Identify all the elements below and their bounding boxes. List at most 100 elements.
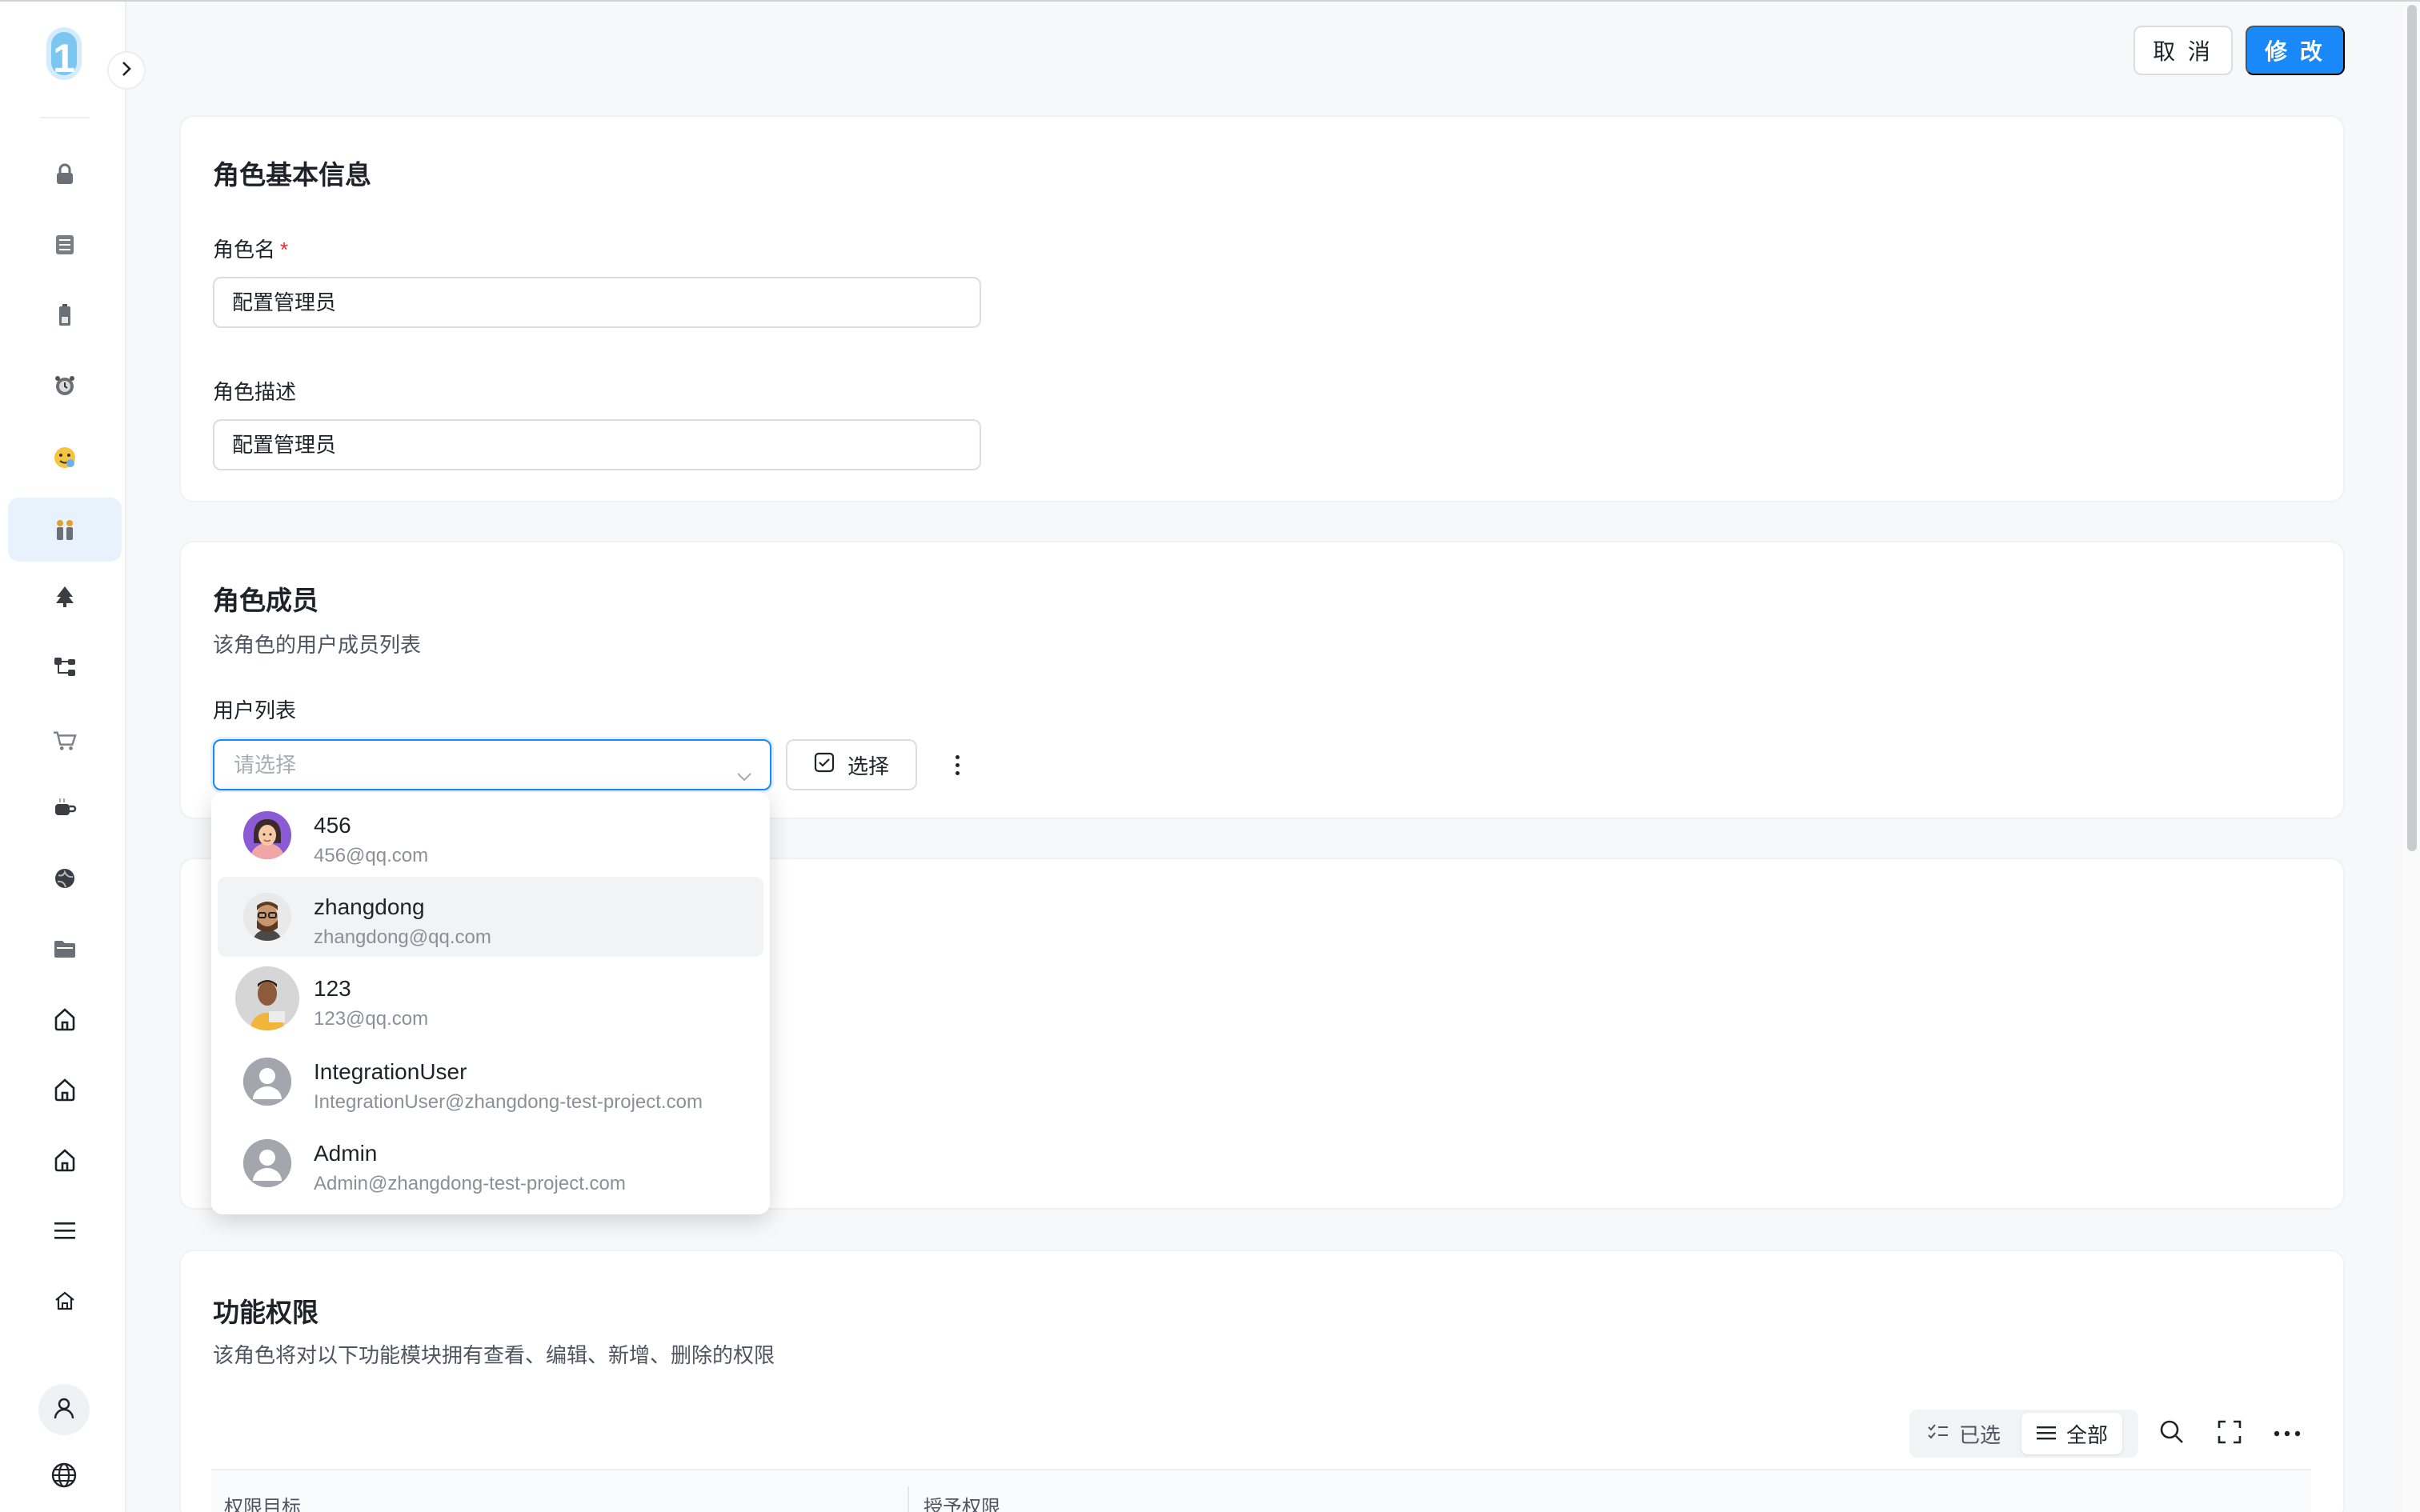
required-mark: * <box>280 238 289 262</box>
role-name-input[interactable]: 配置管理员 <box>213 277 981 328</box>
sidebar-item-folder[interactable] <box>8 917 122 981</box>
user-select-placeholder: 请选择 <box>234 753 297 777</box>
seg-selected-label: 已选 <box>1959 1422 2001 1447</box>
sidebar-item-cart[interactable] <box>8 709 122 773</box>
option-email: IntegrationUser@zhangdong-test-project.c… <box>314 1091 703 1113</box>
sidebar-item-home-2[interactable] <box>8 1058 122 1122</box>
woman-avatar <box>243 811 291 859</box>
alarm-clock-icon <box>53 374 77 398</box>
chevron-down-icon <box>735 755 754 782</box>
permissions-subtitle: 该角色将对以下功能模块拥有查看、编辑、新增、删除的权限 <box>213 1343 775 1367</box>
option-email: 123@qq.com <box>314 1008 429 1030</box>
ellipsis-icon <box>2274 1426 2301 1441</box>
cart-icon <box>53 729 77 753</box>
col-permission-target: 权限目标 <box>224 1497 301 1512</box>
cancel-button[interactable]: 取 消 <box>2134 26 2233 75</box>
app-logo[interactable]: 1 <box>46 27 82 81</box>
menu-icon <box>53 1218 77 1242</box>
sidebar-item-coffee[interactable] <box>8 776 122 840</box>
people-icon <box>53 518 77 542</box>
window-top-border <box>0 0 2420 2</box>
members-card: 角色成员 该角色的用户成员列表 用户列表 请选择 选择 <box>179 541 2345 819</box>
role-name-label: 角色名 * <box>213 234 288 263</box>
seg-all-label: 全部 <box>2066 1422 2109 1447</box>
sidebar-item-menu[interactable] <box>8 1198 122 1262</box>
seg-selected[interactable]: 已选 <box>1913 1413 2015 1454</box>
option-name: zhangdong <box>314 894 425 919</box>
battery-icon <box>53 303 77 327</box>
dropdown-option-user[interactable]: Admin Admin@zhangdong-test-project.com <box>218 1123 763 1203</box>
page-scrollbar[interactable] <box>2402 0 2420 1512</box>
lock-icon <box>53 162 77 186</box>
home-icon <box>53 1148 77 1172</box>
sidebar-divider <box>40 117 90 118</box>
dot <box>955 762 960 767</box>
column-divider[interactable] <box>908 1486 909 1512</box>
home-icon <box>53 1078 77 1102</box>
user-icon <box>52 1396 76 1424</box>
dot <box>955 754 960 759</box>
filter-segment: 已选 全部 <box>1909 1410 2138 1458</box>
list-lines-icon <box>2036 1422 2057 1446</box>
home-icon <box>53 1007 77 1031</box>
user-avatar-button[interactable] <box>38 1384 90 1435</box>
coffee-icon <box>53 796 77 820</box>
default-avatar <box>243 1139 291 1187</box>
list-icon <box>53 233 77 257</box>
globe-icon <box>50 1462 78 1493</box>
more-options-button[interactable] <box>949 749 965 781</box>
search-icon <box>2159 1419 2185 1449</box>
sidebar-item-list[interactable] <box>8 213 122 277</box>
tree-icon <box>53 585 77 609</box>
save-button[interactable]: 修 改 <box>2246 26 2345 75</box>
dot <box>955 770 960 775</box>
dropdown-option-user[interactable]: zhangdong zhangdong@qq.com <box>218 877 763 957</box>
sidebar-expand-button[interactable] <box>107 51 146 90</box>
sidebar-item-lock[interactable] <box>8 142 122 206</box>
user-select-dropdown: 456 456@qq.com zhangdong zhangdong@qq.co… <box>211 792 770 1214</box>
more-horizontal-button[interactable] <box>2271 1418 2303 1450</box>
option-name: 123 <box>314 976 351 1001</box>
fullscreen-icon <box>2217 1419 2242 1449</box>
globe-dark-icon <box>53 866 77 890</box>
option-name: IntegrationUser <box>314 1059 467 1084</box>
default-avatar <box>243 1058 291 1106</box>
members-title: 角色成员 <box>213 586 319 615</box>
search-button[interactable] <box>2156 1418 2188 1450</box>
sidebar-item-globe[interactable] <box>8 846 122 910</box>
language-button[interactable] <box>46 1459 82 1494</box>
sidebar-item-hierarchy[interactable] <box>8 635 122 699</box>
option-email: zhangdong@qq.com <box>314 926 491 948</box>
choose-users-button[interactable]: 选择 <box>786 739 917 790</box>
man-laptop-avatar <box>235 966 299 1030</box>
permissions-title: 功能权限 <box>213 1298 319 1327</box>
fullscreen-button[interactable] <box>2214 1418 2246 1450</box>
dropdown-option-user[interactable]: IntegrationUser IntegrationUser@zhangdon… <box>218 1042 763 1122</box>
chevron-right-icon <box>119 60 134 82</box>
role-desc-input[interactable]: 配置管理员 <box>213 419 981 470</box>
basic-info-card: 角色基本信息 角色名 * 配置管理员 角色描述 配置管理员 <box>179 115 2345 502</box>
basic-info-title: 角色基本信息 <box>213 160 371 190</box>
sidebar-item-battery[interactable] <box>8 283 122 347</box>
permissions-table-header: 权限目标 授予权限 <box>211 1469 2311 1512</box>
sidebar-item-people[interactable] <box>8 498 122 562</box>
sidebar-item-home-4[interactable] <box>8 1269 122 1333</box>
role-name-label-text: 角色名 <box>213 238 276 262</box>
hierarchy-icon <box>53 655 77 679</box>
sidebar-item-home-3[interactable] <box>8 1128 122 1192</box>
user-list-label: 用户列表 <box>213 698 297 722</box>
sidebar: 1 <box>0 0 126 1512</box>
scrollbar-thumb[interactable] <box>2407 5 2417 851</box>
dropdown-option-user[interactable]: 456 456@qq.com <box>218 795 763 875</box>
sidebar-item-tree[interactable] <box>8 565 122 629</box>
home-small-icon <box>53 1289 77 1313</box>
checkbox-icon <box>814 752 835 778</box>
sidebar-item-home-1[interactable] <box>8 987 122 1051</box>
sidebar-item-alarm[interactable] <box>8 354 122 418</box>
seg-all[interactable]: 全部 <box>2021 1413 2123 1454</box>
choose-users-label: 选择 <box>847 754 889 778</box>
dropdown-option-user[interactable]: 123 123@qq.com <box>218 958 763 1038</box>
members-subtitle: 该角色的用户成员列表 <box>213 633 422 657</box>
user-select[interactable]: 请选择 <box>213 739 771 790</box>
sidebar-item-emoji[interactable] <box>8 426 122 490</box>
